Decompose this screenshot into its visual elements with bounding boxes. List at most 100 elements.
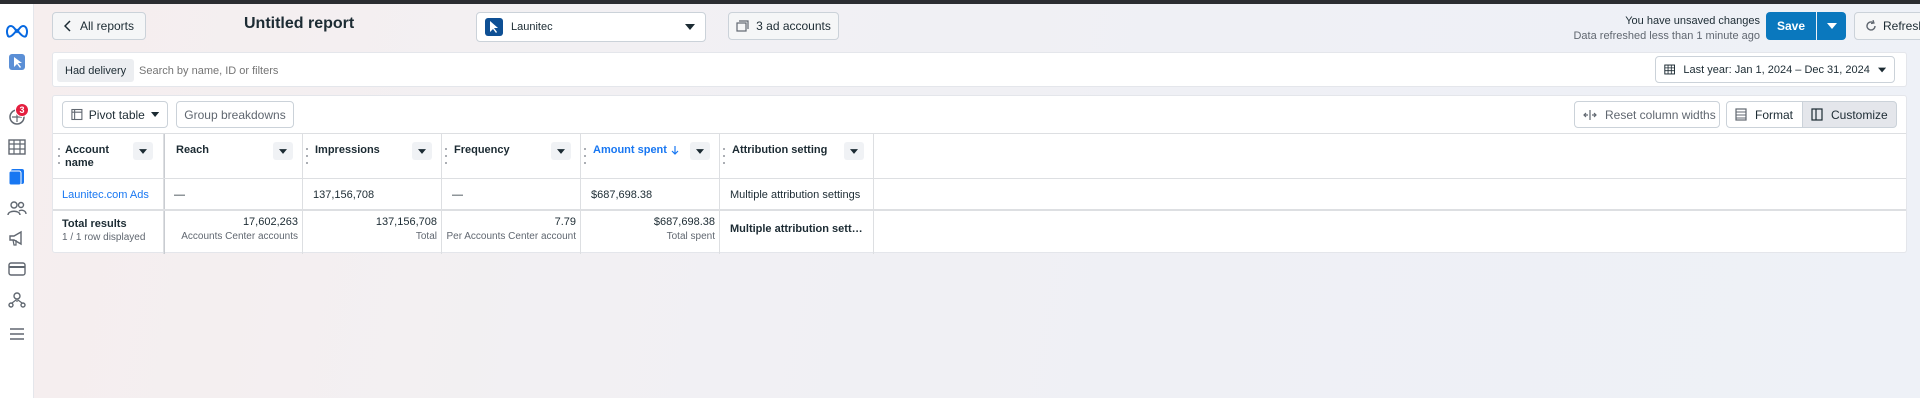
notification-badge: 3 <box>15 103 29 117</box>
column-header-amount-spent[interactable]: Amount spent <box>593 144 679 157</box>
format-button[interactable]: Format <box>1726 101 1803 128</box>
column-menu-button[interactable] <box>273 142 293 160</box>
audience-icon[interactable] <box>2 195 32 221</box>
total-reach: 17,602,263 <box>242 216 298 228</box>
column-menu-button[interactable] <box>412 142 432 160</box>
date-range-picker[interactable]: Last year: Jan 1, 2024 – Dec 31, 2024 <box>1655 56 1895 83</box>
ad-accounts-label: 3 ad accounts <box>756 19 831 33</box>
column-header-frequency[interactable]: Frequency <box>454 144 510 157</box>
notifications-icon[interactable]: 3 <box>2 103 32 130</box>
account-name-link[interactable]: Launitec.com Ads <box>62 189 149 201</box>
total-impressions: 137,156,708 <box>375 216 437 228</box>
refreshed-text: Data refreshed less than 1 minute ago <box>1573 30 1760 42</box>
format-icon <box>1735 108 1747 121</box>
chevron-down-icon <box>150 112 159 117</box>
reports-icon[interactable] <box>2 164 32 190</box>
frequency-cell: — <box>452 189 463 201</box>
search-input[interactable] <box>139 59 639 82</box>
column-header-reach[interactable]: Reach <box>176 144 209 157</box>
account-selector[interactable]: Launitec <box>476 12 706 42</box>
left-sidebar: 3 <box>0 4 34 398</box>
menu-icon[interactable] <box>2 321 32 347</box>
save-button[interactable]: Save <box>1766 12 1816 40</box>
column-divider <box>441 134 442 254</box>
total-amount-spent-sub: Total spent <box>666 231 715 242</box>
unsaved-text: You have unsaved changes <box>1625 15 1760 27</box>
group-breakdowns-button[interactable]: Group breakdowns <box>176 101 294 128</box>
column-menu-button[interactable] <box>844 142 864 160</box>
column-divider <box>580 134 581 254</box>
window-top-bar <box>0 0 1920 4</box>
total-reach-sub: Accounts Center accounts <box>181 231 298 242</box>
total-amount-spent: $687,698.38 <box>653 216 715 228</box>
chevron-down-icon <box>139 148 147 154</box>
customize-button[interactable]: Customize <box>1802 101 1897 128</box>
drag-handle[interactable] <box>306 148 308 164</box>
total-attribution: Multiple attribution sett… <box>730 223 863 235</box>
reset-column-widths-button[interactable]: Reset column widths <box>1574 101 1720 128</box>
chevron-down-icon <box>696 148 704 154</box>
pivot-table-label: Pivot table <box>88 107 145 122</box>
chevron-down-icon <box>279 148 287 154</box>
column-divider <box>873 134 874 254</box>
totals-divider <box>53 209 1906 211</box>
refresh-label: Refresh <box>1883 19 1920 33</box>
drag-handle[interactable] <box>723 148 725 164</box>
total-frequency-sub: Per Accounts Center account <box>446 231 576 242</box>
pivot-table-button[interactable]: Pivot table <box>62 101 168 128</box>
total-frequency: 7.79 <box>554 216 576 228</box>
refresh-button[interactable]: Refresh <box>1854 12 1920 40</box>
meta-logo-icon[interactable] <box>2 18 32 44</box>
column-header-account-name[interactable]: Account name <box>65 144 125 170</box>
refresh-icon <box>1866 20 1876 31</box>
column-divider <box>164 134 165 254</box>
chevron-down-icon <box>850 148 858 154</box>
date-range-label: Last year: Jan 1, 2024 – Dec 31, 2024 <box>1683 63 1870 76</box>
customize-icon <box>1811 108 1823 121</box>
drag-handle[interactable] <box>584 148 586 164</box>
all-reports-label: All reports <box>79 19 135 33</box>
column-header-attribution-setting[interactable]: Attribution setting <box>732 144 827 157</box>
column-menu-button[interactable] <box>133 142 153 160</box>
drag-handle[interactable] <box>445 148 447 164</box>
sort-descending-icon <box>671 146 679 155</box>
amount-spent-label: Amount spent <box>593 144 667 156</box>
header-divider <box>53 178 1906 179</box>
chevron-down-icon <box>418 148 426 154</box>
report-panel: Pivot table Group breakdowns Reset colum… <box>52 95 1907 254</box>
app-icon[interactable] <box>2 49 32 75</box>
chevron-down-icon <box>557 148 565 154</box>
billing-icon[interactable] <box>2 256 32 282</box>
total-results-label: Total results <box>62 218 127 230</box>
account-name: Launitec <box>511 21 553 33</box>
attribution-cell: Multiple attribution settings <box>730 189 861 201</box>
report-title[interactable]: Untitled report <box>244 15 354 33</box>
total-impressions-sub: Total <box>415 231 437 242</box>
column-menu-button[interactable] <box>690 142 710 160</box>
amount-spent-cell: $687,698.38 <box>591 189 653 201</box>
ad-accounts-icon <box>736 20 749 32</box>
report-table: Account name Reach Impressions Frequency… <box>53 133 1906 254</box>
rows-displayed-text: 1 / 1 row displayed <box>62 232 146 243</box>
campaigns-icon[interactable] <box>2 225 32 251</box>
all-reports-button[interactable]: All reports <box>52 12 146 40</box>
column-divider <box>719 134 720 254</box>
chevron-down-icon <box>685 24 695 30</box>
calendar-icon <box>1664 64 1676 75</box>
reach-cell: — <box>174 189 185 201</box>
pivot-table-icon <box>71 108 83 121</box>
column-resize-icon <box>1583 109 1597 120</box>
drag-handle[interactable] <box>58 148 60 164</box>
had-delivery-chip[interactable]: Had delivery <box>57 59 135 82</box>
business-icon[interactable] <box>2 287 32 313</box>
column-header-impressions[interactable]: Impressions <box>315 144 380 157</box>
format-label: Format <box>1755 107 1794 122</box>
table-icon[interactable] <box>2 134 32 160</box>
column-divider <box>302 134 303 254</box>
save-options-button[interactable] <box>1817 12 1846 40</box>
reset-column-widths-label: Reset column widths <box>1605 107 1716 122</box>
column-menu-button[interactable] <box>551 142 571 160</box>
customize-label: Customize <box>1831 107 1888 122</box>
account-avatar <box>485 18 503 36</box>
ad-accounts-button[interactable]: 3 ad accounts <box>728 12 839 40</box>
